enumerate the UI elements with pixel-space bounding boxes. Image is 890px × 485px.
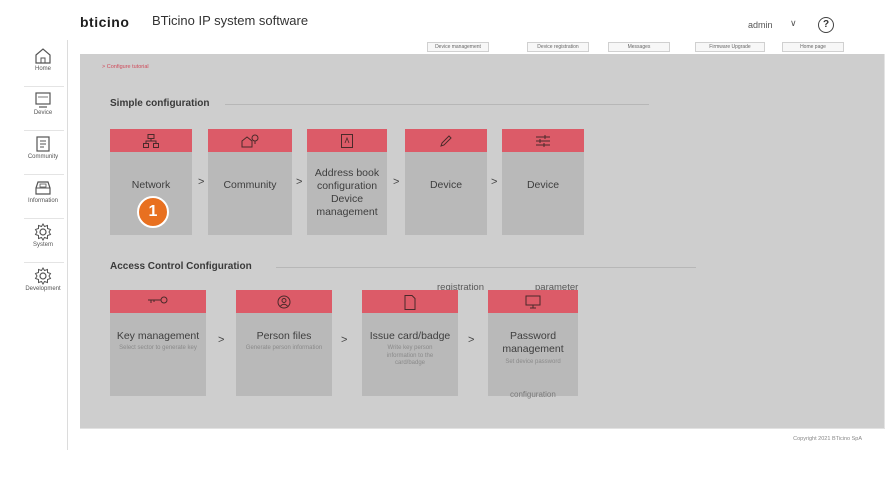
card-device-parameter[interactable]: Device <box>502 129 584 235</box>
arrow-right-icon: > <box>198 176 205 188</box>
sidebar-item-development[interactable]: Development <box>20 264 66 308</box>
home-icon <box>35 48 51 64</box>
section-divider <box>225 104 649 105</box>
device-registration-button[interactable]: Device registration <box>527 42 589 52</box>
card-header <box>236 290 332 313</box>
device-icon <box>35 92 51 108</box>
card-person-files[interactable]: Person files Generate person information <box>236 290 332 396</box>
breadcrumb[interactable]: > Configure tutorial <box>102 64 149 70</box>
card-password-management[interactable]: Password management Set device password <box>488 290 578 396</box>
person-icon <box>277 295 291 309</box>
card-title: Issue card/badge <box>369 330 451 342</box>
card-header <box>110 129 192 152</box>
card-header <box>405 129 487 152</box>
address-book-icon <box>341 134 353 148</box>
sidebar-item-label: Community <box>27 154 59 160</box>
arrow-right-icon: > <box>468 334 475 346</box>
section-title-simple: Simple configuration <box>110 98 210 109</box>
card-issue-badge[interactable]: Issue card/badge Write key person inform… <box>362 290 458 396</box>
community-card-icon <box>241 134 259 148</box>
sidebar: Home Device Community Information System… <box>20 40 68 450</box>
divider <box>24 174 64 175</box>
ghost-label-configuration: configuration <box>510 390 556 399</box>
footer-divider <box>80 428 885 429</box>
sidebar-item-label: Device <box>33 110 53 116</box>
sidebar-item-system[interactable]: System <box>20 220 66 264</box>
home-page-button[interactable]: Home page <box>782 42 844 52</box>
divider <box>24 262 64 263</box>
header: bticino BTicino IP system software admin… <box>0 0 890 40</box>
bticino-logo: bticino <box>80 14 129 30</box>
arrow-right-icon: > <box>341 334 348 346</box>
logo-text: bticino <box>80 14 130 30</box>
sidebar-item-device[interactable]: Device <box>20 88 66 132</box>
card-header <box>362 290 458 313</box>
arrow-right-icon: > <box>393 176 400 188</box>
card-title: Key management <box>116 330 200 342</box>
sidebar-item-home[interactable]: Home <box>20 44 66 88</box>
card-title: Address book configuration Device manage… <box>314 167 380 218</box>
community-icon <box>36 136 50 152</box>
sidebar-item-label: Home <box>34 66 51 72</box>
card-subtitle: Set device password <box>505 359 561 365</box>
card-header <box>110 290 206 313</box>
arrow-right-icon: > <box>296 176 303 188</box>
card-header <box>208 129 292 152</box>
card-title: Person files <box>256 330 312 342</box>
card-title: Community <box>223 179 277 191</box>
sidebar-item-community[interactable]: Community <box>20 132 66 176</box>
device-management-button[interactable]: Device management <box>427 42 489 52</box>
card-subtitle: Generate person information <box>245 345 323 351</box>
system-gear-icon <box>34 223 52 241</box>
firmware-upgrade-button[interactable]: Firmware Upgrade <box>695 42 765 52</box>
card-subtitle: Select sector to generate key <box>119 345 197 351</box>
chevron-down-icon[interactable]: ∨ <box>790 18 797 29</box>
card-title: Device <box>429 179 463 191</box>
card-header <box>307 129 387 152</box>
divider <box>24 86 64 87</box>
sidebar-item-label: System <box>32 242 53 248</box>
section-title-access: Access Control Configuration <box>110 261 252 272</box>
card-header <box>488 290 578 313</box>
sidebar-item-information[interactable]: Information <box>20 176 66 220</box>
card-title: Network <box>131 179 171 191</box>
card-address-book[interactable]: Address book configuration Device manage… <box>307 129 387 235</box>
scrollbar-track[interactable] <box>884 54 885 428</box>
user-menu[interactable]: admin <box>748 20 773 30</box>
divider <box>24 218 64 219</box>
arrow-right-icon: > <box>218 334 225 346</box>
help-icon[interactable]: ? <box>818 17 834 33</box>
sliders-icon <box>536 135 550 147</box>
information-icon <box>35 181 51 195</box>
development-gear-icon <box>34 267 52 285</box>
divider <box>24 130 64 131</box>
main-panel: > Configure tutorial Simple configuratio… <box>80 54 885 428</box>
sidebar-item-label: Development <box>25 286 61 292</box>
messages-button[interactable]: Messages <box>608 42 670 52</box>
card-key-management[interactable]: Key management Select sector to generate… <box>110 290 206 396</box>
top-toolbar: Device management Device registration Me… <box>80 40 885 54</box>
pencil-icon <box>440 135 452 147</box>
sidebar-item-label: Information <box>27 198 58 204</box>
card-device-registration[interactable]: Device <box>405 129 487 235</box>
network-icon <box>143 134 159 148</box>
key-icon <box>148 296 168 304</box>
card-subtitle: Write key person information to the card… <box>386 345 434 366</box>
card-title: Password management <box>502 330 564 355</box>
card-title: Device <box>526 179 560 191</box>
app-window: bticino BTicino IP system software admin… <box>0 0 890 485</box>
app-title: BTicino IP system software <box>152 13 309 28</box>
step-badge: 1 <box>137 196 169 228</box>
arrow-right-icon: > <box>491 176 498 188</box>
monitor-icon <box>525 295 541 309</box>
section-divider <box>276 267 696 268</box>
card-community[interactable]: Community <box>208 129 292 235</box>
card-icon <box>404 295 416 310</box>
card-header <box>502 129 584 152</box>
copyright-text: Copyright 2021 BTicino SpA <box>793 436 862 442</box>
